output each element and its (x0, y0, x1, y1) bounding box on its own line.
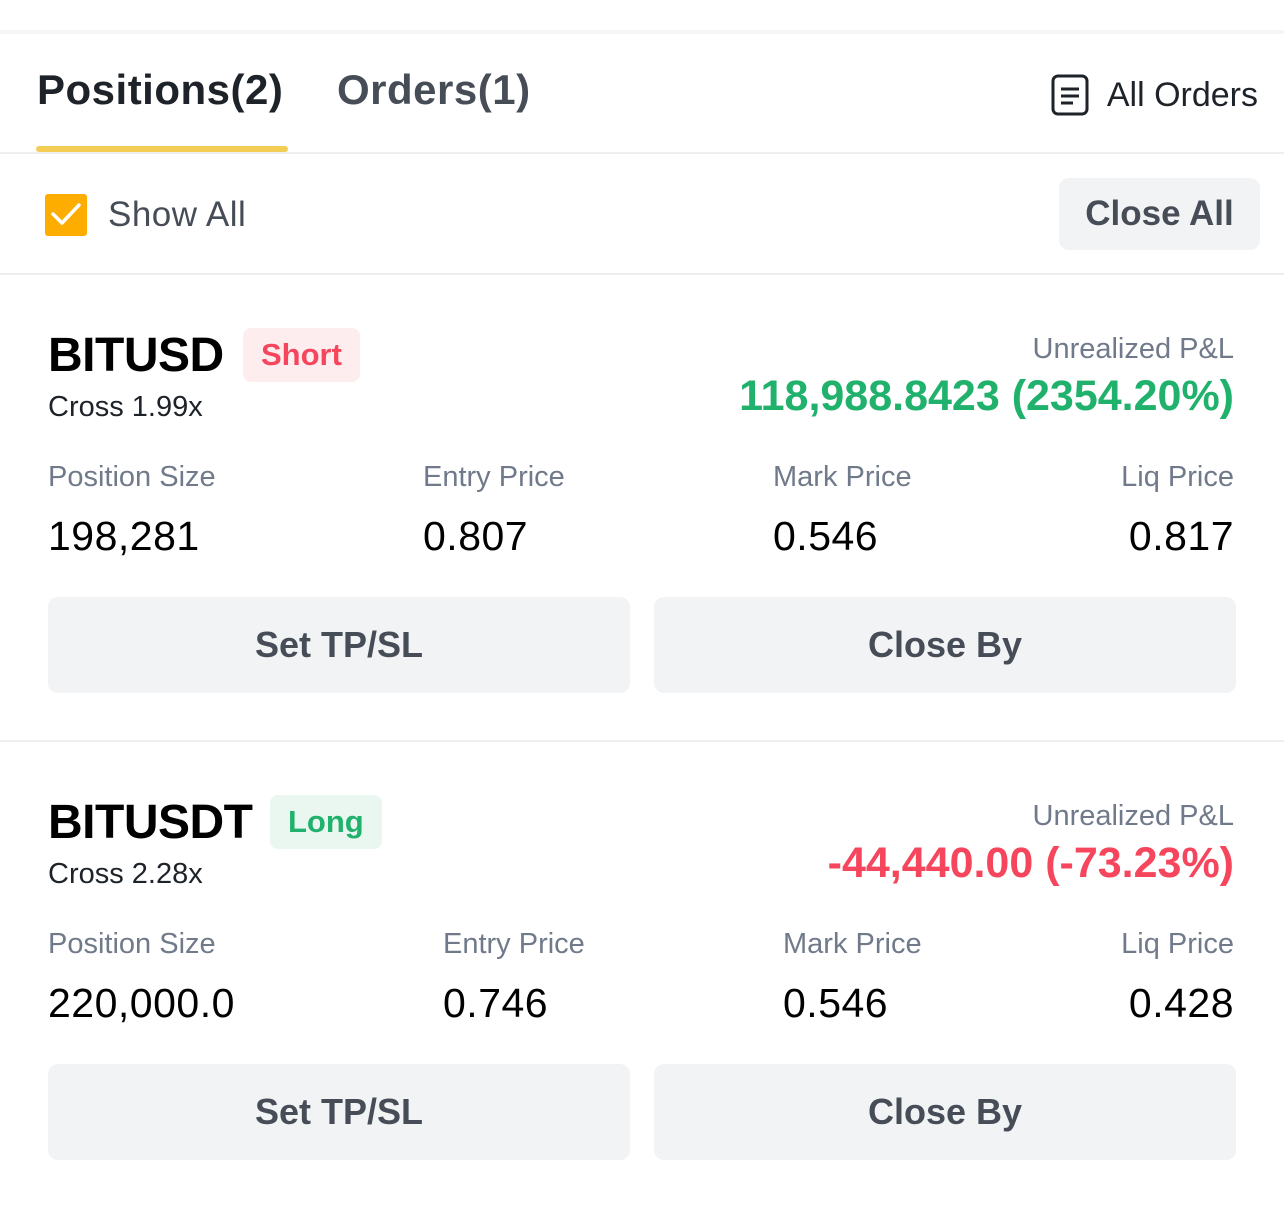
entry-price-label: Entry Price (423, 461, 565, 493)
side-badge: Short (243, 328, 360, 382)
mark-price-label: Mark Price (773, 461, 912, 493)
close-all-button[interactable]: Close All (1059, 178, 1260, 250)
side-badge: Long (270, 795, 382, 849)
entry-price-value: 0.746 (443, 980, 549, 1026)
tab-positions[interactable]: Positions(2) (37, 64, 283, 116)
mark-price-value: 0.546 (773, 513, 879, 559)
set-tpsl-button[interactable]: Set TP/SL (48, 597, 630, 693)
position-card: BITUSDT Long Cross 2.28x Unrealized P&L … (0, 742, 1284, 1209)
leverage-label[interactable]: Cross 2.28x (48, 855, 203, 893)
active-tab-indicator (36, 146, 288, 152)
liq-price-label: Liq Price (1121, 928, 1234, 960)
liq-price-label: Liq Price (1121, 461, 1234, 493)
close-by-button[interactable]: Close By (654, 1064, 1236, 1160)
tab-orders[interactable]: Orders(1) (337, 64, 531, 116)
position-size-value: 198,281 (48, 513, 200, 559)
show-all-label[interactable]: Show All (108, 192, 246, 238)
position-size-label: Position Size (48, 461, 216, 493)
leverage-label[interactable]: Cross 1.99x (48, 388, 203, 426)
liq-price-value: 0.428 (1128, 980, 1234, 1026)
position-symbol[interactable]: BITUSD (48, 327, 224, 385)
liq-price-value: 0.817 (1128, 513, 1234, 559)
show-all-checkbox[interactable] (45, 194, 87, 236)
all-orders-button[interactable]: All Orders (1051, 70, 1258, 120)
close-by-button[interactable]: Close By (654, 597, 1236, 693)
entry-price-label: Entry Price (443, 928, 585, 960)
checkmark-icon (51, 203, 81, 225)
position-card: BITUSD Short Cross 1.99x Unrealized P&L … (0, 275, 1284, 742)
position-symbol[interactable]: BITUSDT (48, 794, 253, 852)
position-size-value: 220,000.0 (48, 980, 235, 1026)
set-tpsl-button[interactable]: Set TP/SL (48, 1064, 630, 1160)
unrealized-pnl-value: 118,988.8423 (2354.20%) (739, 372, 1234, 420)
unrealized-pnl-value: -44,440.00 (-73.23%) (827, 839, 1234, 887)
position-size-label: Position Size (48, 928, 216, 960)
document-list-icon (1051, 74, 1089, 116)
all-orders-label: All Orders (1106, 75, 1258, 114)
filter-row: Show All Close All (0, 154, 1284, 275)
tab-bar: Positions(2) Orders(1) All Orders (0, 34, 1284, 154)
entry-price-value: 0.807 (423, 513, 529, 559)
top-strip (0, 0, 1284, 34)
unrealized-pnl-label: Unrealized P&L (1032, 333, 1235, 365)
unrealized-pnl-label: Unrealized P&L (1032, 800, 1235, 832)
mark-price-value: 0.546 (783, 980, 889, 1026)
mark-price-label: Mark Price (783, 928, 922, 960)
